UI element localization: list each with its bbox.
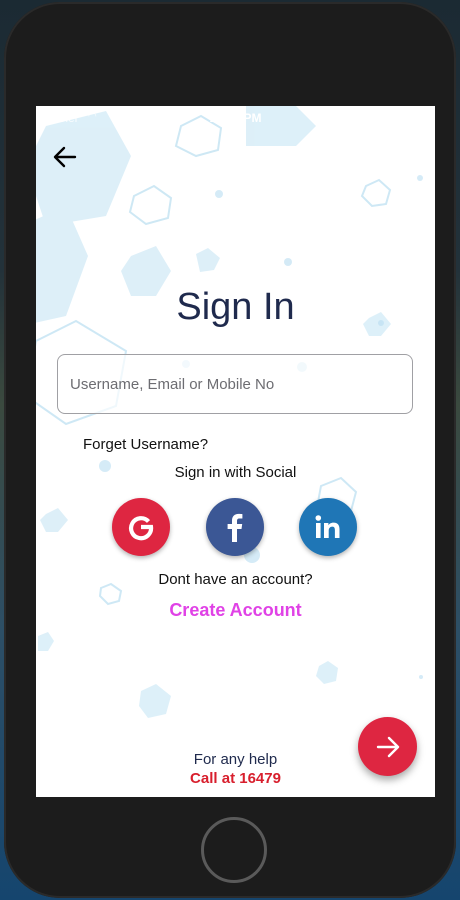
forget-username-link[interactable]: Forget Username? bbox=[83, 436, 208, 453]
facebook-signin-button[interactable] bbox=[206, 498, 264, 556]
social-label: Sign in with Social bbox=[174, 464, 297, 481]
arrow-left-icon bbox=[53, 146, 77, 168]
app-screen: Carrier ◠ 12:38 PM Sign In Forget Userna… bbox=[36, 106, 435, 797]
next-button[interactable] bbox=[358, 717, 417, 776]
back-button[interactable] bbox=[50, 142, 80, 172]
page-title: Sign In bbox=[176, 286, 295, 328]
username-field[interactable] bbox=[57, 354, 413, 414]
status-bar: Carrier ◠ 12:38 PM bbox=[36, 106, 435, 128]
username-input[interactable] bbox=[58, 355, 412, 413]
status-time: 12:38 PM bbox=[209, 111, 262, 125]
linkedin-signin-button[interactable] bbox=[299, 498, 357, 556]
create-account-link[interactable]: Create Account bbox=[36, 600, 435, 621]
home-button[interactable] bbox=[201, 817, 267, 883]
google-icon bbox=[129, 516, 154, 541]
phone-frame: Carrier ◠ 12:38 PM Sign In Forget Userna… bbox=[4, 2, 456, 898]
arrow-right-icon bbox=[376, 736, 399, 757]
google-signin-button[interactable] bbox=[112, 498, 170, 556]
facebook-icon bbox=[227, 513, 243, 542]
linkedin-icon bbox=[315, 515, 340, 538]
no-account-prompt: Dont have an account? bbox=[158, 571, 313, 588]
